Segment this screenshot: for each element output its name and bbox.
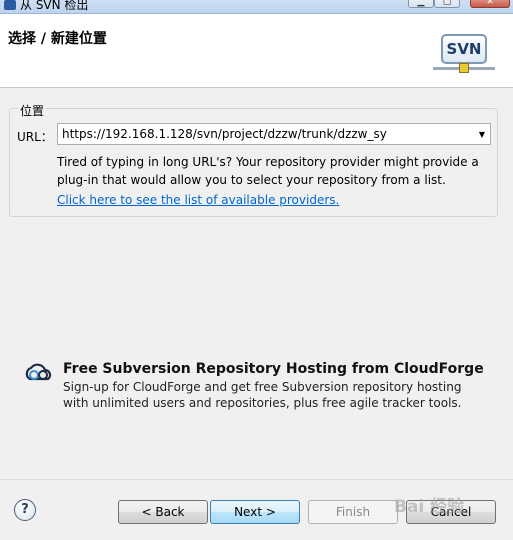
window-title: 从 SVN 检出 — [20, 0, 89, 12]
url-hint-text: Tired of typing in long URL's? Your repo… — [57, 155, 479, 187]
page-title: 选择 / 新建位置 — [8, 31, 107, 47]
cloudforge-title: Free Subversion Repository Hosting from … — [63, 361, 484, 377]
maximize-icon[interactable]: ▢ — [434, 0, 460, 8]
svn-app-icon — [4, 0, 16, 10]
location-group-label: 位置 — [18, 102, 47, 119]
providers-link[interactable]: Click here to see the list of available … — [57, 193, 339, 207]
svn-logo-square — [459, 63, 469, 73]
wizard-header: 选择 / 新建位置 SVN — [0, 14, 513, 88]
location-group: 位置 URL： https://192.168.1.128/svn/projec… — [9, 102, 498, 217]
url-label: URL： — [17, 130, 53, 144]
cloudforge-icon — [25, 363, 52, 381]
finish-button: Finish — [308, 500, 398, 524]
svn-logo-text: SVN — [441, 34, 487, 64]
baidu-watermark: Bai 经验 — [392, 480, 512, 520]
help-button[interactable]: ? — [14, 499, 36, 521]
title-bar: 从 SVN 检出 ▁ ▢ ✕ — [0, 0, 513, 14]
url-combobox[interactable]: https://192.168.1.128/svn/project/dzzw/t… — [57, 123, 491, 145]
dropdown-arrow-icon[interactable]: ▼ — [476, 128, 488, 141]
watermark-text: Bai 经验 — [394, 497, 465, 517]
svn-checkout-dialog: 从 SVN 检出 ▁ ▢ ✕ 选择 / 新建位置 SVN 位置 URL： htt… — [0, 0, 513, 540]
url-input[interactable]: https://192.168.1.128/svn/project/dzzw/t… — [62, 127, 387, 141]
next-button[interactable]: Next > — [210, 500, 300, 524]
back-button[interactable]: < Back — [118, 500, 208, 524]
minimize-icon[interactable]: ▁ — [408, 0, 434, 8]
cloudforge-description: Sign-up for CloudForge and get free Subv… — [63, 380, 462, 410]
svn-logo-icon: SVN — [433, 34, 495, 73]
close-icon[interactable]: ✕ — [470, 0, 510, 8]
